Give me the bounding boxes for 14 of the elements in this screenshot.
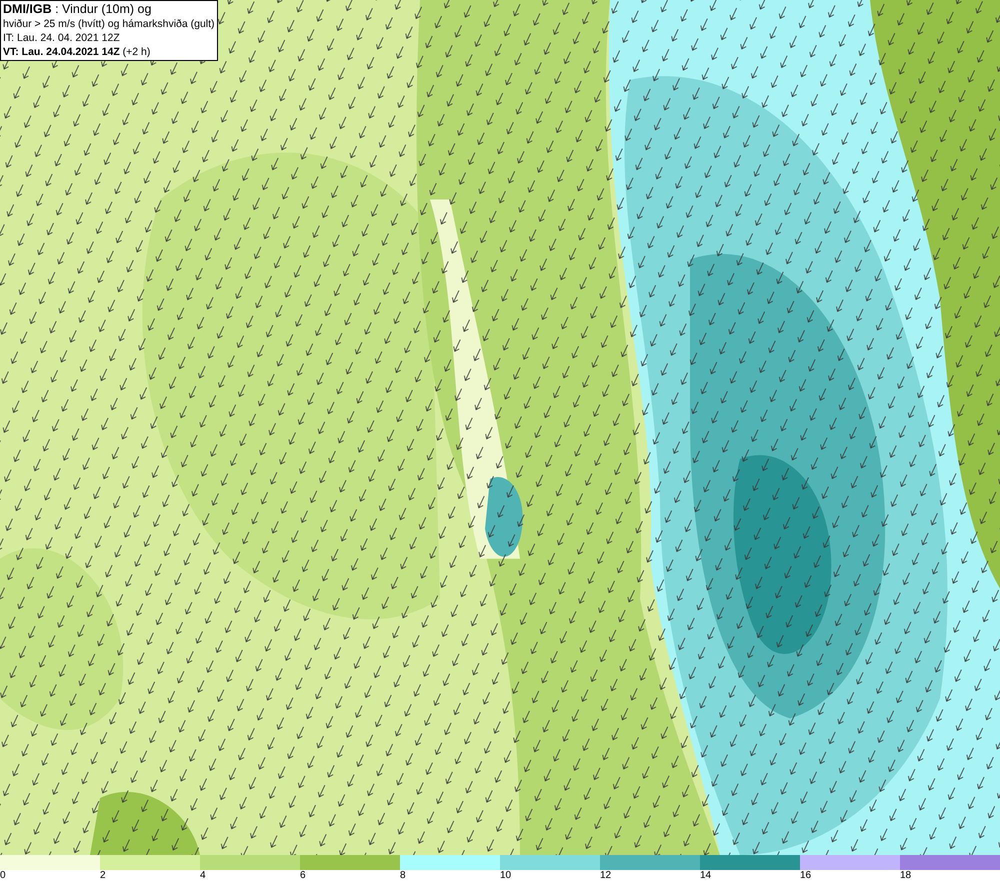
legend-label: 14 xyxy=(700,870,712,882)
legend-label: 16 xyxy=(800,870,812,882)
legend-label: 0 xyxy=(0,870,7,882)
legend-label: 10 xyxy=(500,870,512,882)
legend-label: 4 xyxy=(200,870,207,882)
legend-label: 18 xyxy=(900,870,912,882)
legend-label: 8 xyxy=(400,870,407,882)
title-line: hviður > 25 m/s (hvítt) og hámarkshviða (gult) xyxy=(3,17,215,31)
title-line: IT: Lau. 24. 04. 2021 12Z xyxy=(3,31,121,45)
legend-label: 2 xyxy=(100,870,107,882)
legend-label: 12 xyxy=(600,870,612,882)
title-line: VT: Lau. 24.04.2021 14Z (+2 h) xyxy=(3,45,152,59)
legend-label: 6 xyxy=(300,870,307,882)
title-line: DMI/IGB : Vindur (10m) og xyxy=(3,2,152,17)
